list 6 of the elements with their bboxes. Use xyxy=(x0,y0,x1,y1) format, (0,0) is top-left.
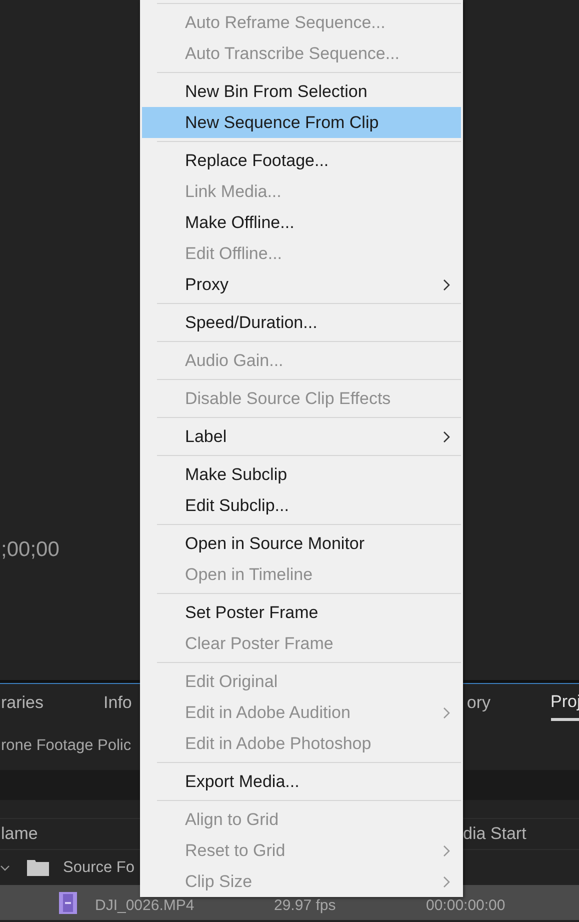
frame-rate: 29.97 fps xyxy=(274,897,337,914)
bin-name: Source Fo xyxy=(63,858,135,876)
timecode: ;00;00 xyxy=(1,538,60,562)
bin-path: rone Footage Polic xyxy=(1,737,132,755)
media-start: 00:00:00:00 xyxy=(426,897,506,914)
clip-name: DJI_0026.MP4 xyxy=(95,897,196,914)
